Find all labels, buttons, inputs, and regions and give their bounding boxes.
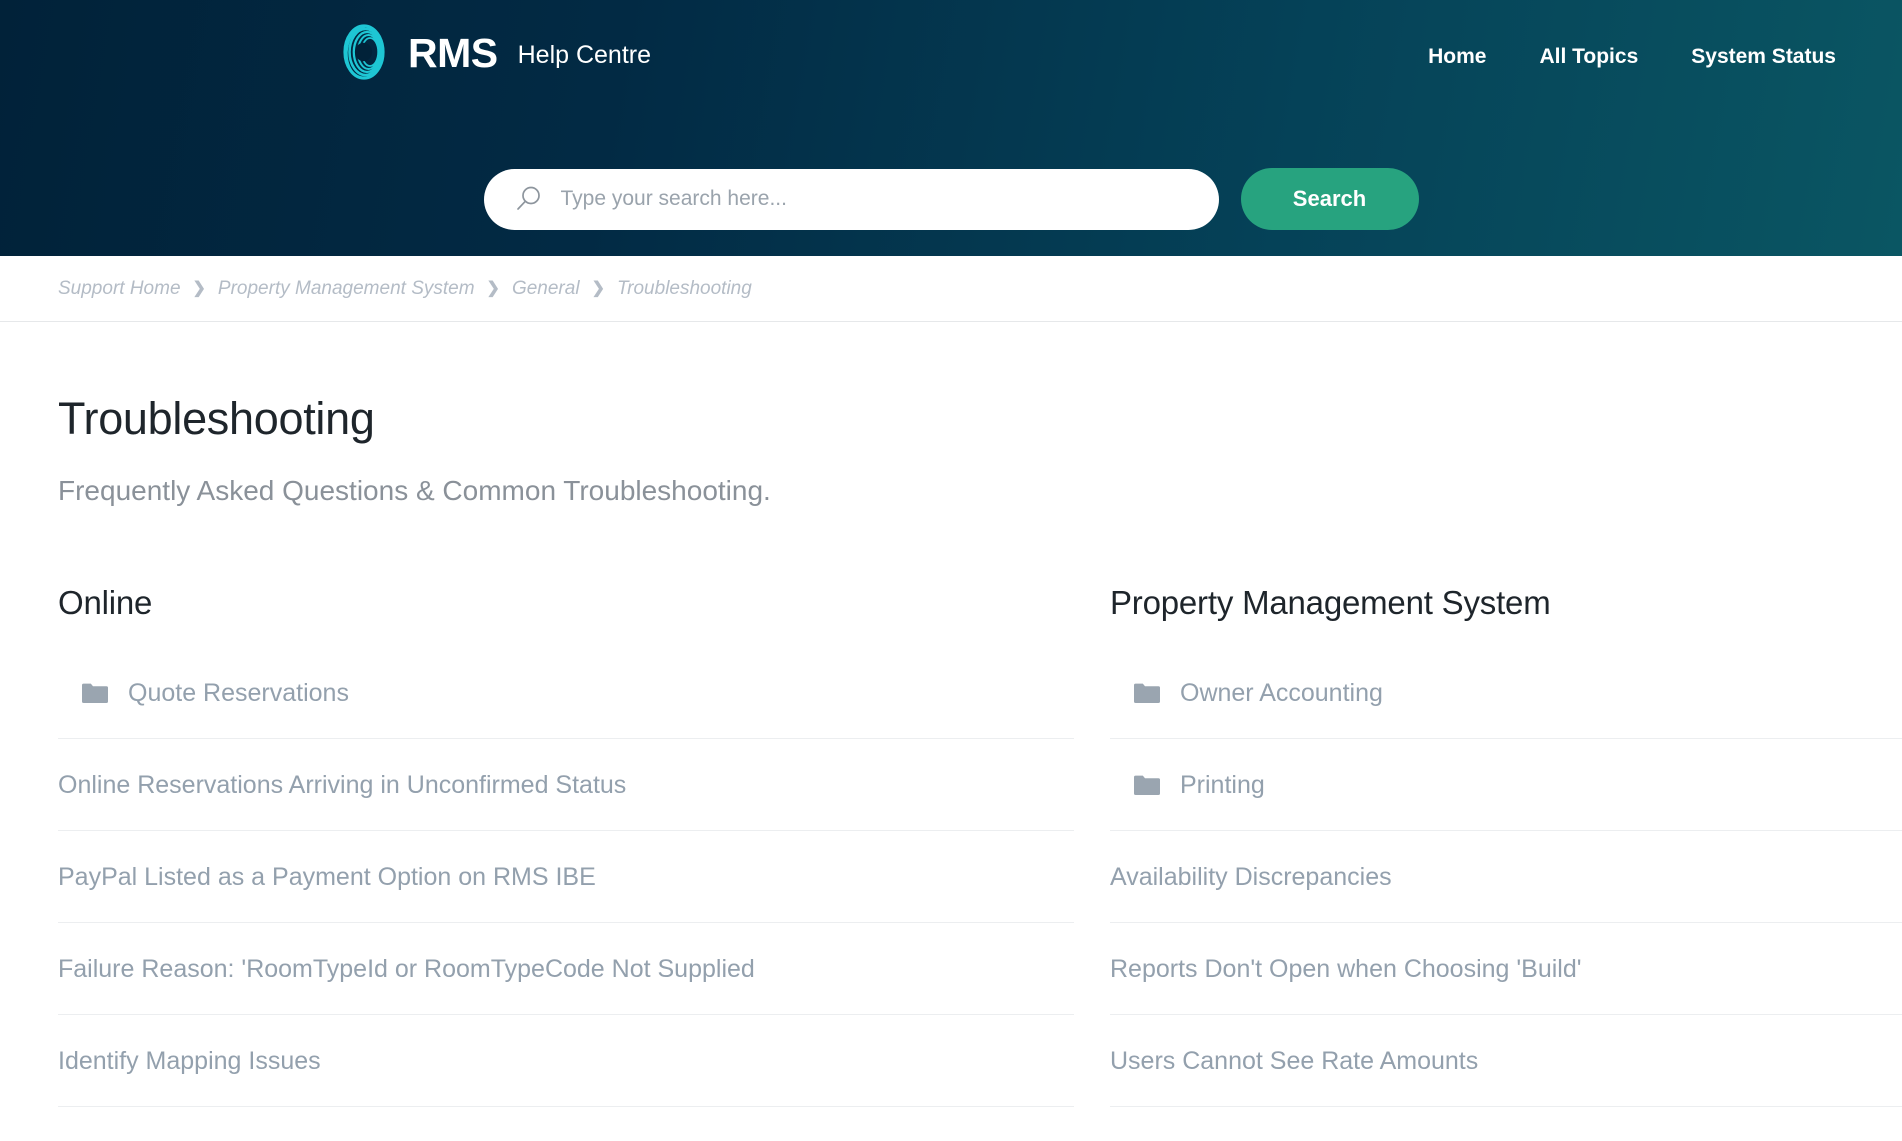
header-top-bar: RMS Help Centre Home All Topics System S… <box>0 0 1902 100</box>
entry-label: Quote Reservations <box>128 679 349 708</box>
page-title: Troubleshooting <box>58 393 375 444</box>
nav-item-system-status[interactable]: System Status <box>1691 45 1836 69</box>
page-subtitle: Frequently Asked Questions & Common Trou… <box>58 474 771 506</box>
search-button[interactable]: Search <box>1240 168 1419 230</box>
list-item[interactable]: Printing <box>1110 739 1902 832</box>
entry-label: Printing <box>1180 771 1265 800</box>
entry-label: Availability Discrepancies <box>1110 863 1392 892</box>
folder-link[interactable]: Owner Accounting <box>1110 679 1383 708</box>
article-link[interactable]: Reports Don't Open when Choosing 'Build' <box>1110 955 1582 984</box>
article-link[interactable]: PayPal Listed as a Payment Option on RMS… <box>58 863 596 892</box>
nav-item-home[interactable]: Home <box>1428 45 1486 69</box>
category-columns: Online Quote Reservations Online Reserva… <box>58 584 1902 1108</box>
list-item[interactable]: Owner Accounting <box>1110 647 1902 740</box>
breadcrumb-separator-icon: ❯ <box>591 279 605 297</box>
list-item[interactable]: Reports Don't Open when Choosing 'Build' <box>1110 923 1902 1016</box>
folder-link[interactable]: Printing <box>1110 771 1265 800</box>
folder-icon <box>1134 683 1160 704</box>
nav-item-all-topics[interactable]: All Topics <box>1539 45 1638 69</box>
list-item[interactable]: Online Reservations Arriving in Unconfir… <box>58 739 1074 832</box>
rms-spiral-logo-icon <box>343 24 385 80</box>
entry-label: Users Cannot See Rate Amounts <box>1110 1047 1479 1076</box>
breadcrumb-item-support-home[interactable]: Support Home <box>58 278 181 300</box>
article-link[interactable]: Availability Discrepancies <box>1110 863 1392 892</box>
folder-icon <box>82 683 108 704</box>
breadcrumb: Support Home ❯ Property Management Syste… <box>0 256 1902 322</box>
article-link[interactable]: Online Reservations Arriving in Unconfir… <box>58 771 627 800</box>
breadcrumb-separator-icon: ❯ <box>192 279 206 297</box>
article-link[interactable]: Identify Mapping Issues <box>58 1047 321 1076</box>
entry-label: Online Reservations Arriving in Unconfir… <box>58 771 627 800</box>
list-item[interactable]: Quote Reservations <box>58 647 1074 740</box>
category-column-online: Online Quote Reservations Online Reserva… <box>58 584 1092 1108</box>
entry-list: Owner Accounting Printing Availability D… <box>1110 647 1902 1108</box>
list-item[interactable]: Failure Reason: 'RoomTypeId or RoomTypeC… <box>58 923 1074 1016</box>
list-item[interactable]: Identify Mapping Issues <box>58 1015 1074 1108</box>
search-input[interactable] <box>543 168 1219 230</box>
column-heading: Property Management System <box>1110 584 1551 622</box>
entry-label: Failure Reason: 'RoomTypeId or RoomTypeC… <box>58 955 755 984</box>
brand-logo-link[interactable]: RMS Help Centre <box>334 22 651 82</box>
site-header: RMS Help Centre Home All Topics System S… <box>0 0 1902 256</box>
folder-icon <box>1134 775 1160 796</box>
entry-label: Identify Mapping Issues <box>58 1047 321 1076</box>
breadcrumb-item-property-management-system[interactable]: Property Management System <box>218 278 475 300</box>
breadcrumb-separator-icon: ❯ <box>486 279 500 297</box>
folder-link[interactable]: Quote Reservations <box>58 679 349 708</box>
search-row: Search <box>0 168 1902 230</box>
search-icon <box>516 186 540 210</box>
entry-list: Quote Reservations Online Reservations A… <box>58 647 1074 1108</box>
category-column-property-management-system: Property Management System Owner Account… <box>1092 584 1902 1108</box>
brand-name: RMS <box>408 29 498 76</box>
list-item[interactable]: PayPal Listed as a Payment Option on RMS… <box>58 831 1074 924</box>
page-body: Troubleshooting Frequently Asked Questio… <box>0 393 1902 1108</box>
list-item[interactable]: Availability Discrepancies <box>1110 831 1902 924</box>
breadcrumb-item-troubleshooting[interactable]: Troubleshooting <box>617 278 752 300</box>
list-item[interactable]: Users Cannot See Rate Amounts <box>1110 1015 1902 1108</box>
entry-label: PayPal Listed as a Payment Option on RMS… <box>58 863 596 892</box>
article-link[interactable]: Users Cannot See Rate Amounts <box>1110 1047 1479 1076</box>
breadcrumb-item-general[interactable]: General <box>512 278 580 300</box>
entry-label: Owner Accounting <box>1180 679 1383 708</box>
brand-subtitle: Help Centre <box>517 40 652 69</box>
article-link[interactable]: Failure Reason: 'RoomTypeId or RoomTypeC… <box>58 955 755 984</box>
entry-label: Reports Don't Open when Choosing 'Build' <box>1110 955 1582 984</box>
search-box[interactable] <box>483 168 1219 230</box>
column-heading: Online <box>58 584 153 622</box>
main-navigation: Home All Topics System Status <box>1428 45 1836 69</box>
